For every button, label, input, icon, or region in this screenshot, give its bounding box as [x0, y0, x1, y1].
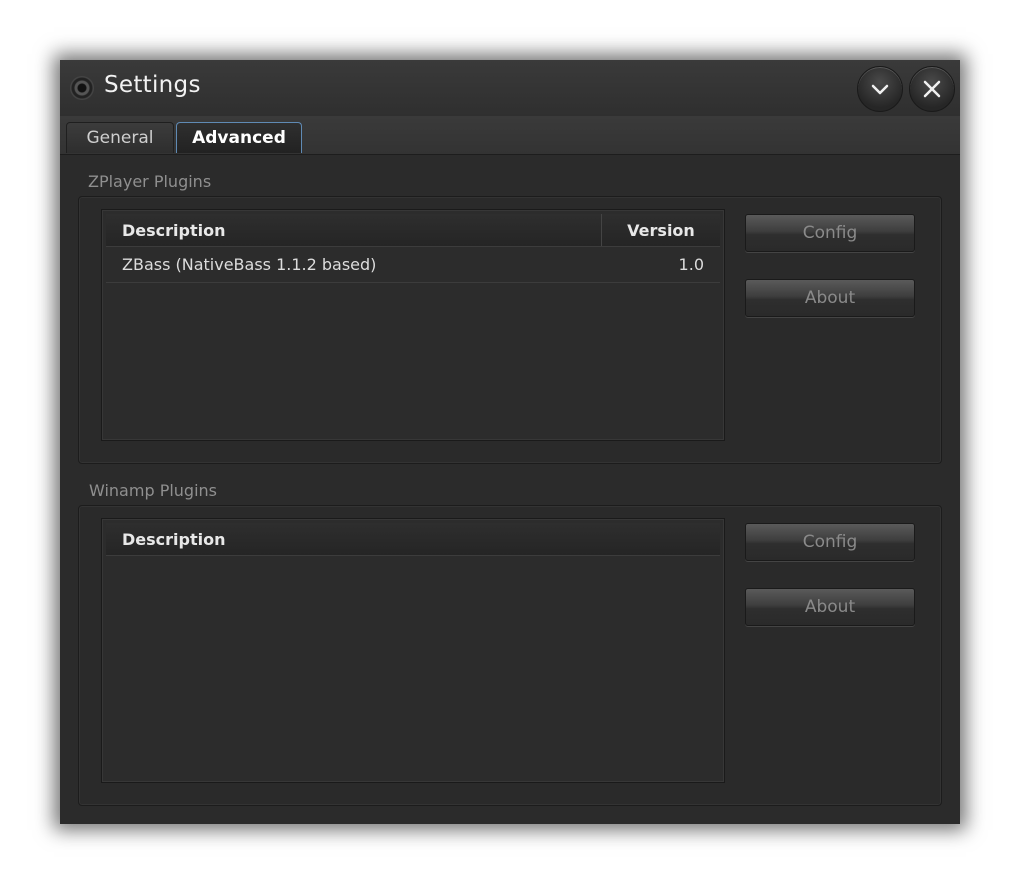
zplayer-plugins-group: Description Version ZBass (NativeBass 1.… [78, 196, 942, 464]
winamp-plugins-label: Winamp Plugins [89, 481, 217, 500]
app-logo-icon [70, 76, 94, 100]
list-header: Description Version [106, 214, 720, 247]
plugin-version: 1.0 [678, 255, 704, 274]
window-title: Settings [104, 72, 201, 98]
winamp-plugins-list[interactable]: Description [101, 518, 725, 783]
chevron-down-icon [871, 84, 889, 95]
tab-strip: General Advanced [60, 116, 960, 155]
plugin-description: ZBass (NativeBass 1.1.2 based) [122, 255, 377, 274]
title-bar[interactable]: Settings [60, 60, 960, 116]
collapse-button[interactable] [857, 66, 903, 112]
winamp-about-button[interactable]: About [745, 588, 915, 626]
list-row[interactable]: ZBass (NativeBass 1.1.2 based) 1.0 [106, 247, 720, 283]
settings-window: Settings General Advanced ZPlayer Plugin… [60, 60, 960, 824]
column-header-description[interactable]: Description [106, 523, 720, 555]
tab-general[interactable]: General [66, 122, 174, 153]
zplayer-plugins-list[interactable]: Description Version ZBass (NativeBass 1.… [101, 209, 725, 441]
zplayer-config-button[interactable]: Config [745, 214, 915, 252]
zplayer-plugins-label: ZPlayer Plugins [88, 172, 212, 191]
zplayer-about-button[interactable]: About [745, 279, 915, 317]
column-header-version[interactable]: Version [602, 214, 720, 246]
winamp-plugins-group: Description Config About [78, 505, 942, 806]
winamp-config-button[interactable]: Config [745, 523, 915, 561]
list-header: Description [106, 523, 720, 556]
close-icon [923, 80, 941, 98]
close-button[interactable] [909, 66, 955, 112]
tab-advanced[interactable]: Advanced [176, 122, 302, 153]
column-header-description[interactable]: Description [106, 214, 602, 246]
